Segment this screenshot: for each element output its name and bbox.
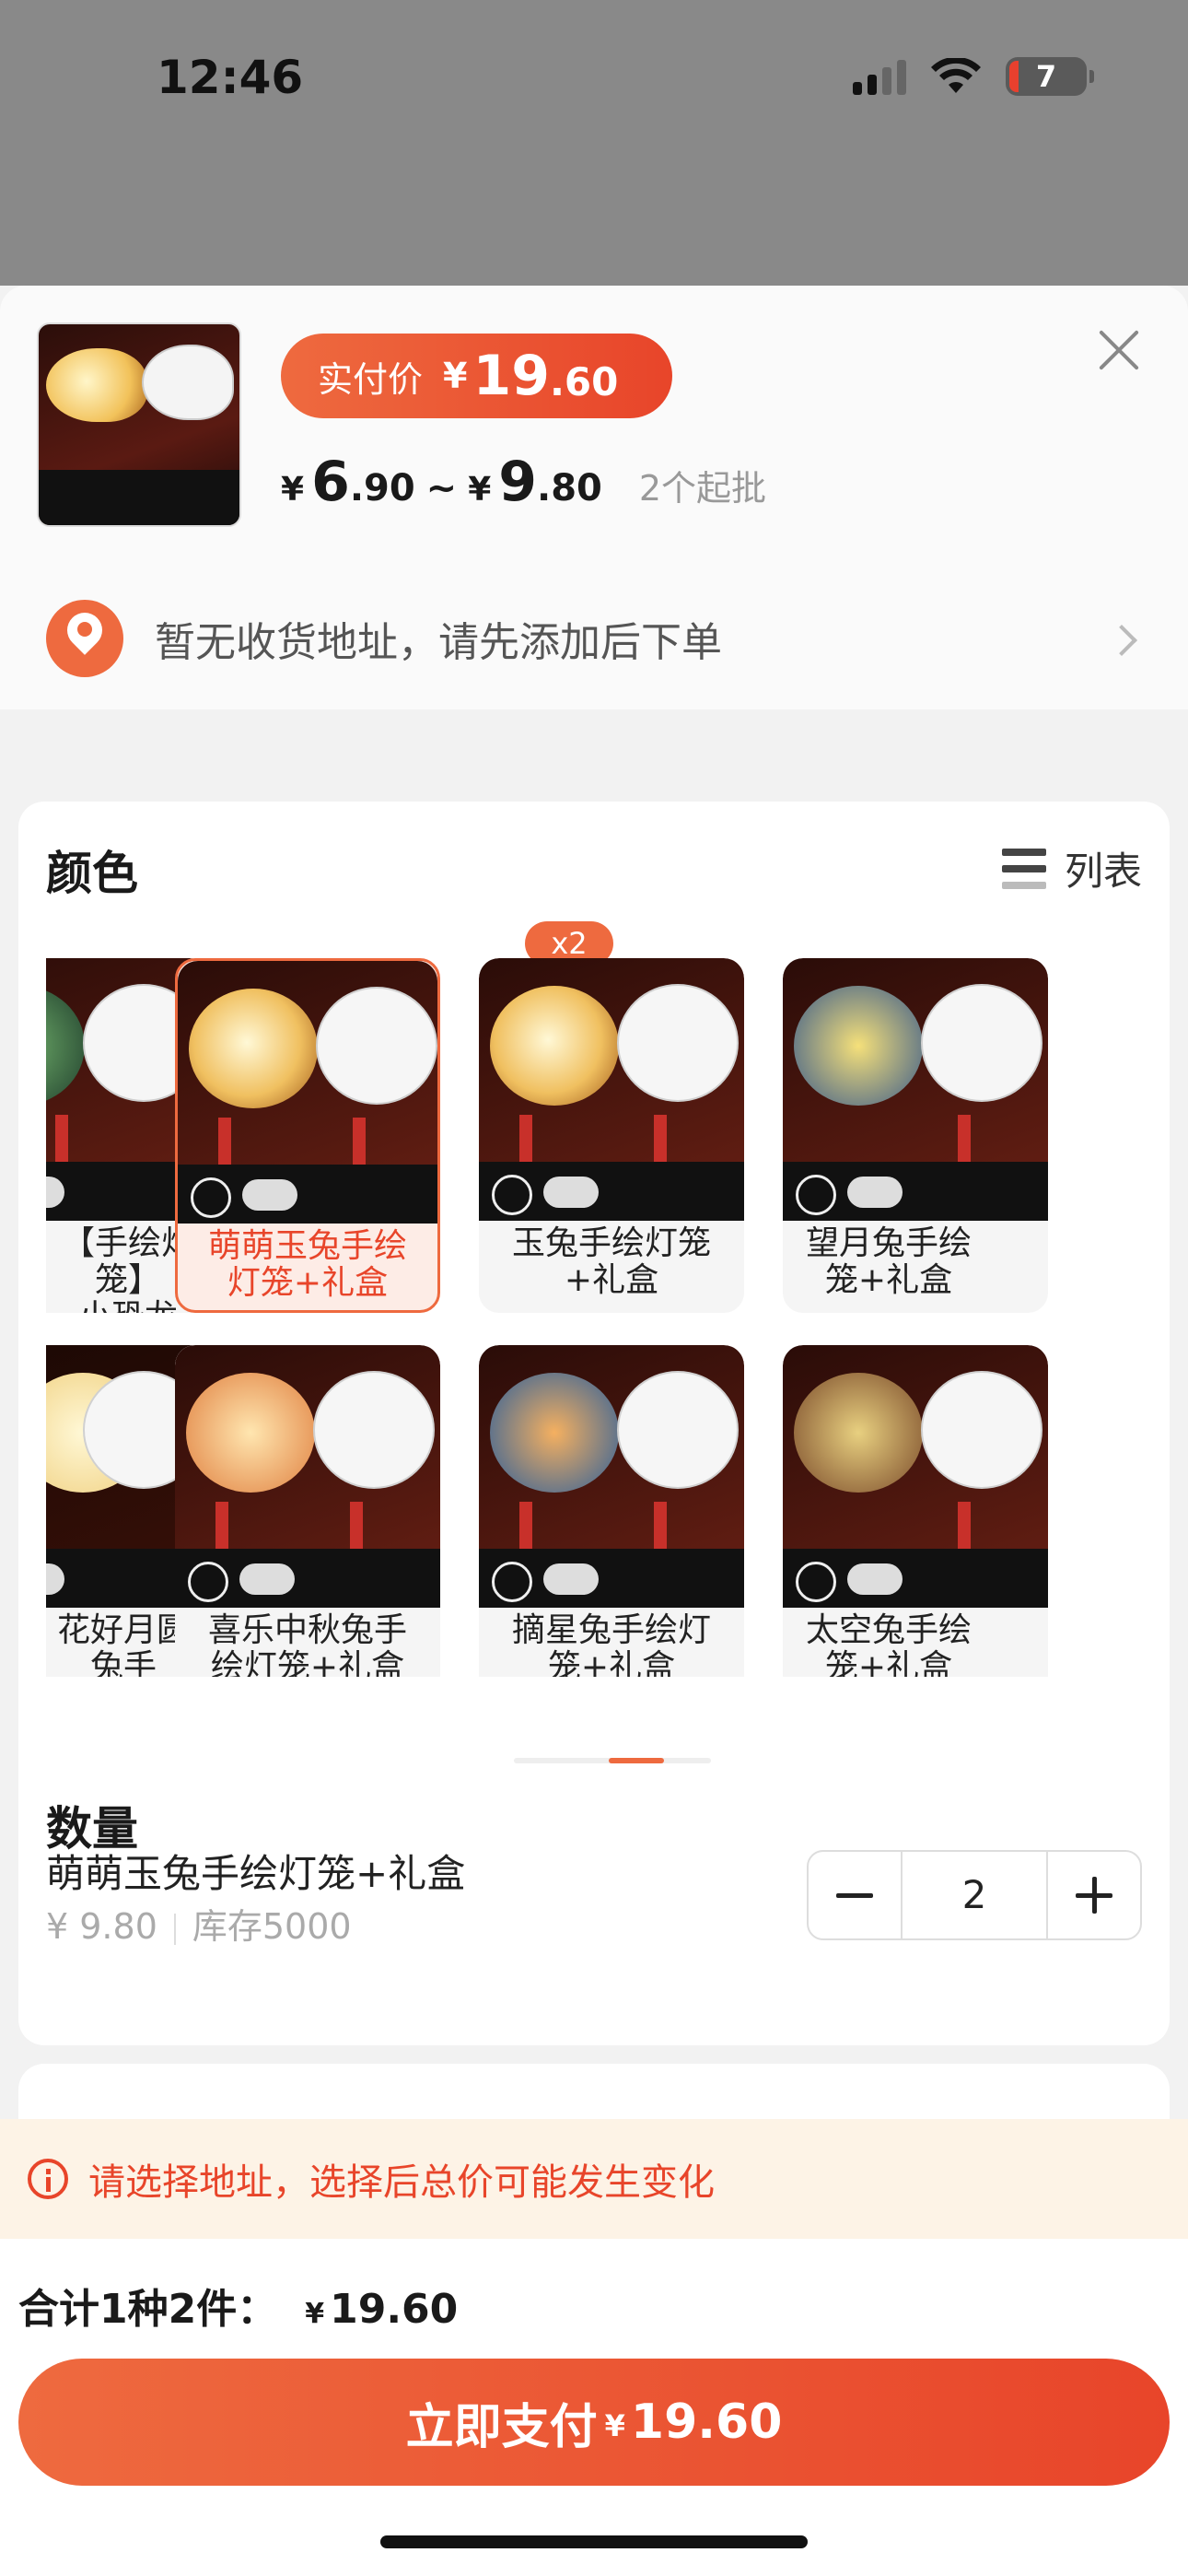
status-time: 12:46	[157, 51, 304, 104]
address-prompt: 暂无收货地址，请先添加后下单	[155, 618, 722, 666]
notice-text: 请选择地址，选择后总价可能发生变化	[88, 2161, 715, 2204]
actual-price-decimal: .60	[549, 358, 619, 404]
color-section-title: 颜色	[46, 847, 138, 900]
range-integer-high: 9	[498, 450, 537, 514]
info-icon	[28, 2159, 68, 2199]
sku-card: 颜色 列表 【手绘灯笼】 小恐龙 萌萌玉兔手绘 灯笼+礼盒 x2 玉兔手绘灯笼 …	[18, 802, 1170, 2045]
color-option-label: 摘星兔手绘灯 笼+礼盒	[511, 1611, 711, 1678]
range-currency-low: ¥	[281, 471, 305, 509]
close-icon[interactable]	[1096, 327, 1142, 373]
range-currency-high: ¥	[468, 471, 492, 509]
actual-price-integer: 19	[472, 344, 550, 408]
sheet-header: 实付价 ¥ 19 .60 ¥ 6 .90 ~ ¥ 9 .80 2个起批	[0, 286, 1188, 567]
color-option[interactable]: 玉兔手绘灯笼 +礼盒	[479, 958, 744, 1313]
range-integer-low: 6	[311, 450, 350, 514]
pay-now-label: 立即支付	[405, 2399, 598, 2455]
address-notice: 请选择地址，选择后总价可能发生变化	[0, 2119, 1188, 2239]
minimum-order-quantity: 2个起批	[638, 468, 767, 509]
actual-price-currency: ¥	[443, 356, 468, 396]
color-option-label: 萌萌玉兔手绘 灯笼+礼盒	[207, 1227, 407, 1302]
address-row[interactable]: 暂无收货地址，请先添加后下单	[0, 567, 1188, 709]
list-icon	[1001, 848, 1046, 889]
color-options-grid[interactable]: 【手绘灯笼】 小恐龙 萌萌玉兔手绘 灯笼+礼盒 x2 玉兔手绘灯笼 +礼盒 望月…	[46, 921, 1170, 1677]
actual-price-label: 实付价	[318, 358, 424, 400]
range-decimal-low: .90	[349, 467, 415, 509]
quantity-item-stock: 库存5000	[192, 1906, 352, 1947]
grid-page-indicator	[514, 1758, 711, 1763]
status-icons: 7	[853, 57, 1094, 96]
quantity-item-price: ¥ 9.80	[46, 1906, 157, 1947]
chevron-right-icon	[1105, 620, 1142, 657]
wifi-icon	[931, 58, 981, 93]
sku-sheet: 实付价 ¥ 19 .60 ¥ 6 .90 ~ ¥ 9 .80 2个起批 暂无收货…	[0, 286, 1188, 2576]
product-thumbnail[interactable]	[37, 322, 241, 527]
home-indicator[interactable]	[380, 2535, 808, 2548]
location-pin-icon	[46, 599, 123, 677]
color-option-label: 太空兔手绘 笼+礼盒	[805, 1611, 972, 1678]
range-decimal-high: .80	[537, 467, 602, 509]
total-amount: 19.60	[330, 2286, 459, 2333]
quantity-item-meta: ¥ 9.80 库存5000	[46, 1898, 352, 1949]
range-separator: ~	[425, 467, 458, 509]
quantity-stepper[interactable]: 2	[807, 1850, 1142, 1940]
price-range: ¥ 6 .90 ~ ¥ 9 .80 2个起批	[281, 450, 766, 514]
pay-now-currency: ¥	[604, 2408, 625, 2443]
color-option-selected[interactable]: 萌萌玉兔手绘 灯笼+礼盒	[175, 958, 440, 1313]
color-option-label: 玉兔手绘灯笼 +礼盒	[511, 1224, 711, 1299]
color-option[interactable]: 摘星兔手绘灯 笼+礼盒	[479, 1345, 744, 1677]
color-option-label: 喜乐中秋兔手 绘灯笼+礼盒	[207, 1611, 407, 1678]
actual-price-pill: 实付价 ¥ 19 .60	[281, 334, 672, 418]
order-total: 合计1种2件： ¥ 19.60	[18, 2276, 458, 2335]
quantity-value[interactable]: 2	[901, 1852, 1048, 1938]
color-option[interactable]: 望月兔手绘 笼+礼盒	[783, 958, 1048, 1313]
color-option[interactable]: 太空兔手绘 笼+礼盒	[783, 1345, 1048, 1677]
battery-level: 7	[1035, 59, 1057, 94]
battery-icon: 7	[1006, 57, 1094, 96]
list-view-toggle[interactable]: 列表	[1001, 840, 1142, 896]
dimmed-backdrop[interactable]	[0, 0, 1188, 286]
cellular-signal-icon	[853, 58, 906, 95]
pay-now-amount: 19.60	[630, 2395, 783, 2450]
pay-now-button[interactable]: 立即支付 ¥ 19.60	[18, 2359, 1170, 2486]
quantity-item-name: 萌萌玉兔手绘灯笼+礼盒	[46, 1851, 466, 1896]
total-label: 合计1种2件：	[18, 2286, 278, 2333]
increase-button[interactable]	[1048, 1852, 1140, 1938]
decrease-button[interactable]	[809, 1852, 901, 1938]
color-option-label: 望月兔手绘 笼+礼盒	[805, 1224, 972, 1299]
list-view-label: 列表	[1064, 849, 1142, 894]
color-option[interactable]: 喜乐中秋兔手 绘灯笼+礼盒	[175, 1345, 440, 1677]
total-currency: ¥	[305, 2298, 325, 2330]
checkout-footer: 合计1种2件： ¥ 19.60 立即支付 ¥ 19.60	[0, 2239, 1188, 2576]
